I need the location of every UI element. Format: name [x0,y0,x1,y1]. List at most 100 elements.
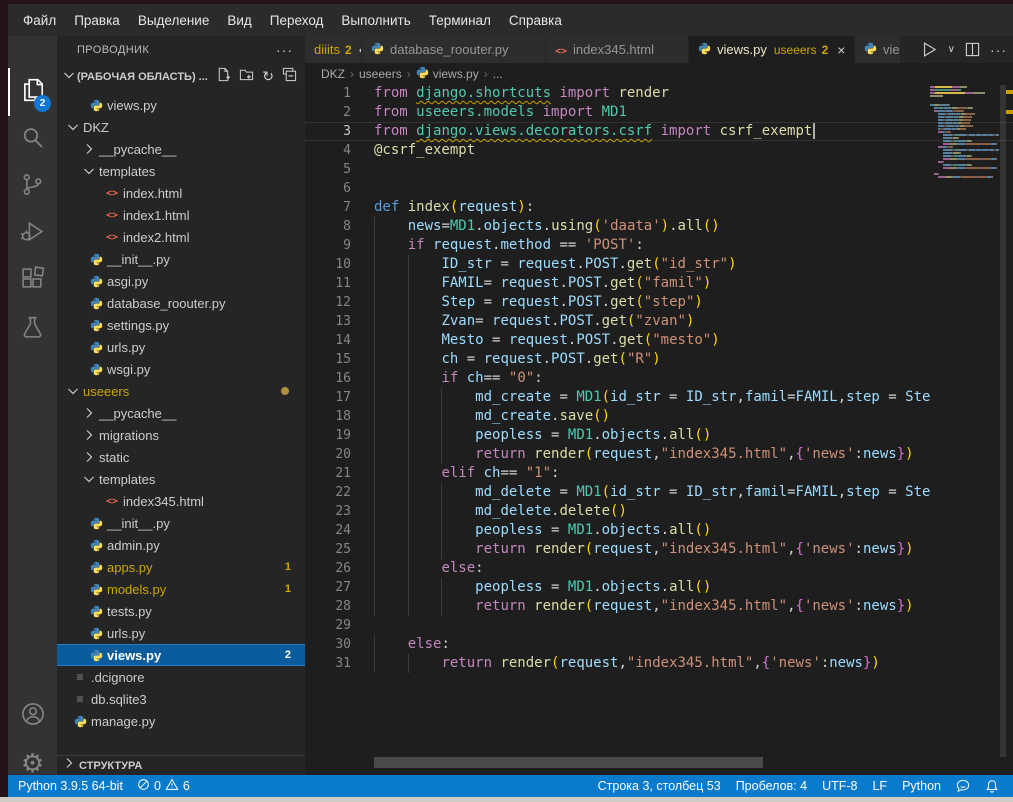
minimap[interactable] [930,86,1000,179]
feedback-icon[interactable] [956,779,970,793]
account-icon[interactable] [8,692,57,740]
line-number[interactable]: 15 [305,350,351,369]
tree-item-tests.py[interactable]: tests.py [57,600,305,622]
line-number[interactable]: 7 [305,198,351,217]
tree-item-templates[interactable]: templates [57,468,305,490]
tree-item-db.sqlite3[interactable]: ≡db.sqlite3 [57,688,305,710]
tree-item-__init__.py[interactable]: __init__.py [57,512,305,534]
refresh-icon[interactable]: ↻ [262,68,274,86]
menu-item-Файл[interactable]: Файл [14,9,65,32]
encoding-status[interactable]: UTF-8 [822,779,857,793]
tree-item-__pycache__[interactable]: __pycache__ [57,402,305,424]
tree-item-.dcignore[interactable]: ≡.dcignore [57,666,305,688]
python-interpreter-status[interactable]: Python 3.9.5 64-bit [18,779,123,793]
line-number[interactable]: 11 [305,274,351,293]
tree-item-admin.py[interactable]: admin.py [57,534,305,556]
tree-item-index.html[interactable]: <>index.html [57,182,305,204]
line-number[interactable]: 8 [305,217,351,236]
split-editor-button[interactable] [965,42,980,57]
tree-item-urls.py[interactable]: urls.py [57,622,305,644]
tree-item-index2.html[interactable]: <>index2.html [57,226,305,248]
breadcrumb-item-useeers[interactable]: useeers [359,67,402,81]
tab-database_roouter.py[interactable]: database_roouter.py [362,36,546,63]
tree-item-urls.py[interactable]: urls.py [57,336,305,358]
menu-item-Переход[interactable]: Переход [261,9,333,32]
line-number[interactable]: 14 [305,331,351,350]
files-icon[interactable]: 2 [8,68,57,116]
tree-item-DKZ[interactable]: DKZ [57,116,305,138]
menu-item-Вид[interactable]: Вид [218,9,260,32]
testing-icon[interactable] [8,306,57,354]
tree-item-views.py[interactable]: views.py2 [57,644,305,666]
run-dropdown-chevron[interactable]: ∨ [948,44,955,55]
tree-item-__init__.py[interactable]: __init__.py [57,248,305,270]
breadcrumb-item-DKZ[interactable]: DKZ [321,67,345,81]
tree-item-database_roouter.py[interactable]: database_roouter.py [57,292,305,314]
tree-item-settings.py[interactable]: settings.py [57,314,305,336]
menu-item-Справка[interactable]: Справка [500,9,571,32]
line-number[interactable]: 17 [305,388,351,407]
line-number[interactable]: 28 [305,597,351,616]
tree-item-migrations[interactable]: migrations [57,424,305,446]
line-number[interactable]: 22 [305,483,351,502]
eol-status[interactable]: LF [872,779,887,793]
line-number[interactable]: 10 [305,255,351,274]
close-tab-icon[interactable]: × [837,42,845,58]
indentation-status[interactable]: Пробелов: 4 [736,779,807,793]
tree-item-index1.html[interactable]: <>index1.html [57,204,305,226]
line-number[interactable]: 16 [305,369,351,388]
line-number[interactable]: 5 [305,160,351,179]
cursor-position-status[interactable]: Строка 3, столбец 53 [598,779,721,793]
notifications-bell-icon[interactable] [985,779,999,793]
tree-item-asgi.py[interactable]: asgi.py [57,270,305,292]
line-number[interactable]: 21 [305,464,351,483]
problems-status[interactable]: 0 6 [137,778,190,794]
line-number[interactable]: 3 [305,123,351,140]
line-number[interactable]: 23 [305,502,351,521]
tree-item-models.py[interactable]: models.py1 [57,578,305,600]
extensions-icon[interactable] [8,257,57,305]
menu-item-Выполнить[interactable]: Выполнить [332,9,419,32]
tab-index345.html[interactable]: <>index345.html [546,36,689,63]
tree-item-wsgi.py[interactable]: wsgi.py [57,358,305,380]
source-control-icon[interactable] [8,163,57,211]
line-number[interactable]: 24 [305,521,351,540]
run-button[interactable] [921,41,938,58]
line-number[interactable]: 20 [305,445,351,464]
horizontal-scrollbar[interactable] [374,757,763,768]
line-number[interactable]: 13 [305,312,351,331]
breadcrumb-item-views.py[interactable]: views.py [416,66,479,82]
more-actions-button[interactable]: ··· [990,42,1007,58]
vertical-scrollbar[interactable] [1000,85,1006,757]
tab-diiits[interactable]: diiits2● [305,36,362,63]
tree-item-templates[interactable]: templates [57,160,305,182]
line-number[interactable]: 30 [305,635,351,654]
tree-item-useeers[interactable]: useeers [57,380,305,402]
new-file-icon[interactable] [216,67,231,87]
line-number[interactable]: 18 [305,407,351,426]
explorer-more-actions-button[interactable]: ··· [276,42,293,58]
tree-item-static[interactable]: static [57,446,305,468]
line-number[interactable]: 26 [305,559,351,578]
menu-item-Выделение[interactable]: Выделение [129,9,219,32]
tab-vie[interactable]: vie [855,36,901,63]
menu-item-Терминал[interactable]: Терминал [420,9,500,32]
line-number[interactable]: 25 [305,540,351,559]
line-number[interactable]: 9 [305,236,351,255]
language-mode-status[interactable]: Python [902,779,941,793]
tree-item-views.py[interactable]: views.py [57,94,305,116]
line-number[interactable]: 6 [305,179,351,198]
tree-item-apps.py[interactable]: apps.py1 [57,556,305,578]
tree-item-manage.py[interactable]: manage.py [57,710,305,732]
menu-item-Правка[interactable]: Правка [65,9,129,32]
run-debug-icon[interactable] [8,210,57,258]
line-number[interactable]: 1 [305,84,351,103]
tree-item-index345.html[interactable]: <>index345.html [57,490,305,512]
line-number[interactable]: 19 [305,426,351,445]
search-icon[interactable] [8,116,57,164]
line-number[interactable]: 29 [305,616,351,635]
line-number[interactable]: 4 [305,141,351,160]
new-folder-icon[interactable] [239,67,254,87]
tree-item-__pycache__[interactable]: __pycache__ [57,138,305,160]
tab-views.py[interactable]: views.pyuseeers2× [689,36,855,63]
